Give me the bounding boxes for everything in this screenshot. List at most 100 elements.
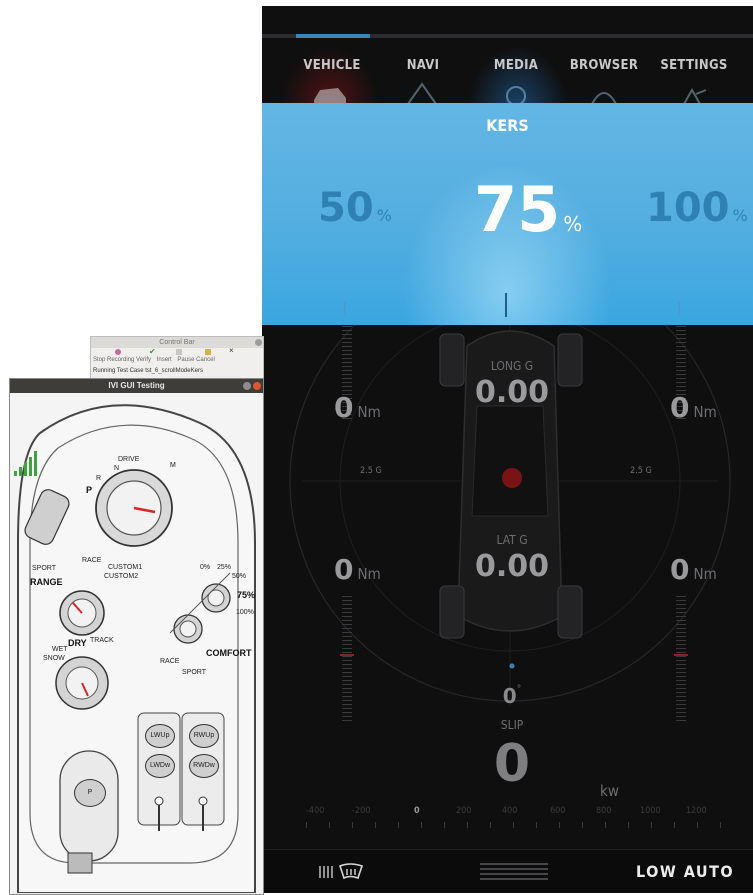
torque-front-right: 0 Nm: [670, 391, 717, 424]
g-ring-label-right: 2.5 G: [630, 466, 652, 476]
torque-rear-left: 0 Nm: [334, 553, 381, 586]
power-scale-tick: 1000: [640, 806, 661, 816]
power-scale-tick: -400: [306, 806, 325, 816]
kers-option-100[interactable]: 100%: [646, 185, 748, 231]
kers-knob-label-25: 25%: [217, 564, 232, 571]
kers-tick-right: [678, 301, 680, 315]
kers-knob-label-100: 100%: [236, 609, 254, 616]
rear-defrost-icon[interactable]: [318, 862, 366, 882]
surface-label-wet: WET: [52, 646, 68, 653]
verify-button[interactable]: Verify: [136, 357, 151, 363]
gear-label-p: P: [86, 485, 93, 495]
power-scale-tick: 200: [456, 806, 472, 816]
left-window-up-button[interactable]: LWUp: [145, 724, 175, 748]
suspension-knob[interactable]: [174, 615, 202, 643]
slip-degree: °: [516, 684, 522, 695]
climate-bar: LOW AUTO: [262, 849, 753, 893]
torque-rear-right-unit: Nm: [693, 565, 717, 583]
long-g-value: 0.00: [474, 375, 550, 410]
power-scale-tick: 800: [596, 806, 612, 816]
ivi-gui-testing-window: IVI GUI Testing DRIVE N R P M RACE CUSTO…: [9, 378, 264, 895]
gear-label-m: M: [170, 462, 176, 469]
long-g-label: LONG G: [490, 359, 534, 373]
slip-marker-right: [674, 654, 688, 656]
surface-label-track: TRACK: [90, 637, 114, 644]
record-icon: [115, 349, 121, 355]
suspension-label-comfort: COMFORT: [206, 648, 252, 658]
tab-vehicle[interactable]: VEHICLE: [284, 58, 380, 73]
kers-selection-tick: [505, 293, 507, 317]
gui-window-minimize-icon[interactable]: [243, 382, 251, 390]
control-bar-toolbar: ✔ × Stop Recording Verify Insert Pause C…: [93, 346, 261, 365]
tab-media[interactable]: MEDIA: [468, 58, 564, 73]
console-graphic: [14, 404, 256, 893]
torque-rear-right: 0 Nm: [670, 553, 717, 586]
gear-label-n: N: [114, 465, 120, 472]
verify-check-icon: ✔: [149, 347, 156, 356]
torque-front-right-unit: Nm: [693, 403, 717, 421]
control-bar-status: Running Test Case tst_6_scrollModeKers: [93, 368, 203, 374]
suspension-label-race: RACE: [160, 658, 180, 665]
fan-speed-icon[interactable]: [480, 862, 548, 880]
mode-label-custom2: CUSTOM2: [104, 573, 139, 580]
lat-g-value: 0.00: [474, 549, 550, 584]
range-knob[interactable]: [60, 591, 104, 635]
kers-panel[interactable]: KERS 50% 75% 100%: [262, 103, 753, 325]
slip-readout: 0°: [462, 684, 562, 708]
right-window-down-button[interactable]: RWDw: [189, 754, 219, 778]
mode-label-race: RACE: [82, 557, 102, 564]
drive-knob[interactable]: [96, 470, 172, 546]
cancel-x-icon: ×: [229, 346, 234, 355]
torque-rear-right-value: 0: [670, 553, 690, 586]
torque-front-left-unit: Nm: [357, 403, 381, 421]
gear-label-r: R: [96, 475, 102, 482]
kers-option-50[interactable]: 50%: [318, 185, 392, 231]
kers-option-75-unit: %: [563, 212, 583, 236]
gui-window-close-icon[interactable]: [253, 382, 261, 390]
tab-settings[interactable]: SETTINGS: [646, 58, 742, 73]
mode-label-sport: SPORT: [32, 565, 56, 572]
pause-button[interactable]: Pause: [177, 357, 194, 363]
surface-label-dry: DRY: [68, 638, 87, 648]
control-bar-window: Control Bar ✔ × Stop Recording Verify In…: [90, 336, 264, 380]
kers-option-100-value: 100: [646, 185, 730, 231]
cancel-button[interactable]: Cancel: [196, 357, 215, 363]
torque-scale-right-bottom: [676, 596, 686, 721]
kers-option-50-unit: %: [376, 206, 392, 225]
torque-scale-left-bottom: [342, 596, 352, 721]
kers-knob[interactable]: [202, 584, 230, 612]
mode-label-custom1: CUSTOM1: [108, 564, 143, 571]
control-bar-close-icon[interactable]: [255, 339, 262, 346]
tab-browser[interactable]: BROWSER: [556, 58, 652, 73]
insert-icon: [176, 349, 182, 355]
kers-option-100-unit: %: [732, 206, 748, 225]
kers-option-75[interactable]: 75%: [474, 173, 582, 246]
power-scale-tick: 0: [414, 806, 420, 816]
tab-browser-label: BROWSER: [569, 58, 639, 73]
stop-recording-button[interactable]: Stop Recording: [93, 357, 134, 363]
climate-mode-label[interactable]: LOW AUTO: [636, 862, 734, 881]
ivi-display: VEHICLE NAVI MEDIA BROWSER SETTINGS 0 Nm…: [262, 6, 753, 893]
tab-navi[interactable]: NAVI: [375, 58, 471, 73]
surface-knob[interactable]: [56, 657, 108, 709]
insert-button[interactable]: Insert: [157, 357, 172, 363]
tab-media-label: MEDIA: [493, 58, 539, 73]
left-window-down-button[interactable]: LWDw: [145, 754, 175, 778]
right-window-up-button[interactable]: RWUp: [189, 724, 219, 748]
kers-option-50-value: 50: [318, 185, 374, 231]
power-value: 0: [493, 734, 531, 794]
torque-front-left: 0 Nm: [334, 391, 381, 424]
power-scale-tick: 1200: [686, 806, 707, 816]
nav-active-indicator: [296, 34, 370, 38]
kers-title: KERS: [486, 116, 529, 135]
power-unit: kw: [600, 782, 619, 800]
kers-tick-left: [344, 301, 346, 315]
slip-label: SLIP: [500, 718, 524, 732]
power-scale-ticks: [306, 822, 730, 828]
tab-navi-label: NAVI: [406, 58, 440, 73]
pause-icon: [205, 349, 211, 355]
torque-rear-left-value: 0: [334, 553, 354, 586]
power-scale-tick: 600: [550, 806, 566, 816]
mode-label-range: RANGE: [30, 577, 63, 587]
park-button[interactable]: P: [74, 779, 106, 807]
